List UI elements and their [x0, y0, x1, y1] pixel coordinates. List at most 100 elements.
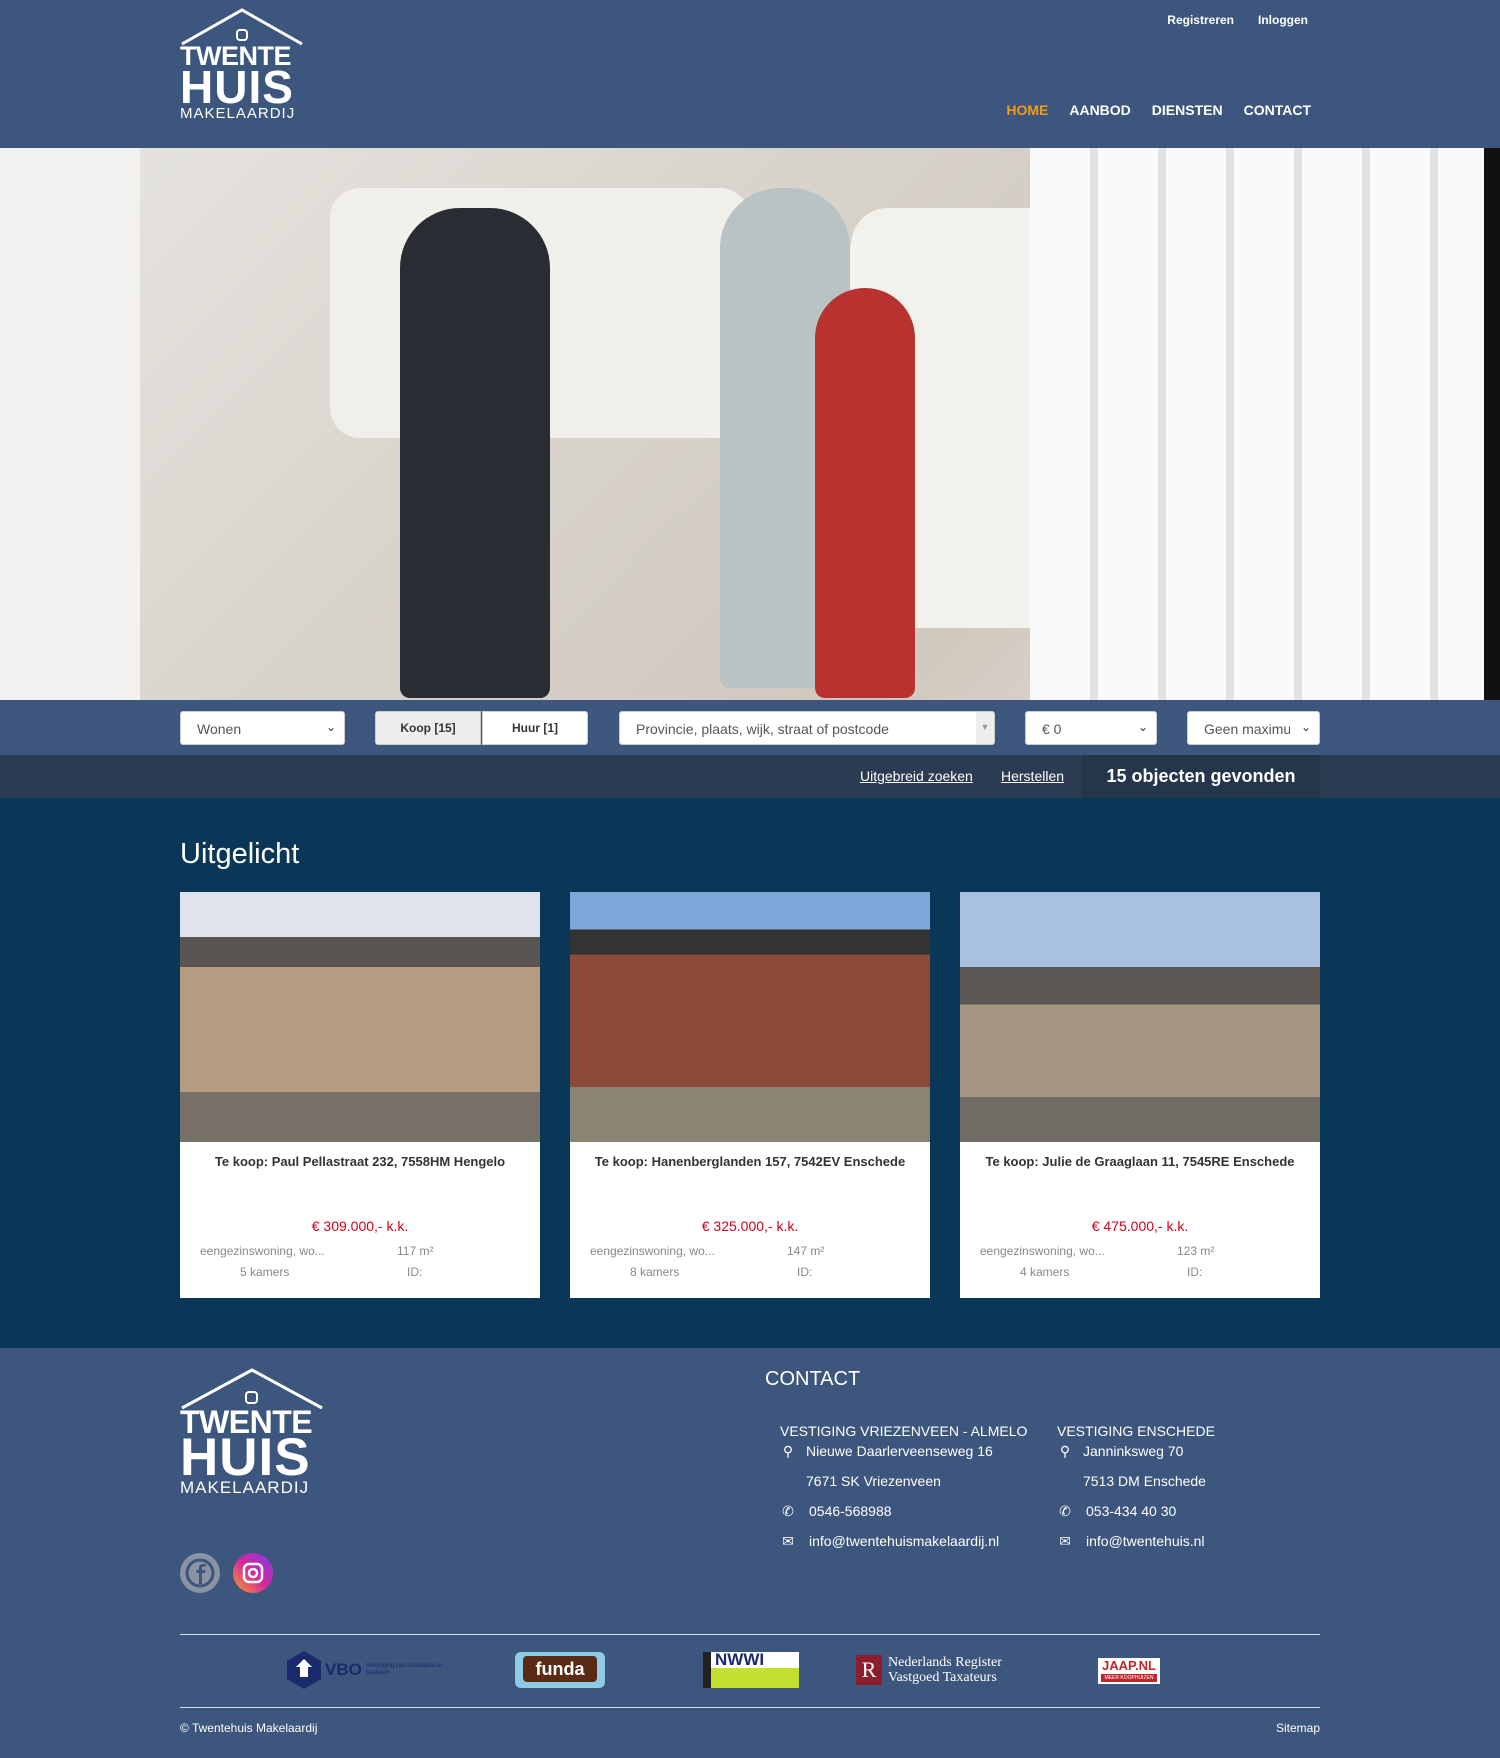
- office-phone[interactable]: 053-434 40 30: [1086, 1503, 1176, 1519]
- office-city: 7671 SK Vriezenveen: [806, 1473, 941, 1489]
- card-id: ID:: [797, 1265, 813, 1279]
- card-rooms: 5 kamers: [240, 1265, 290, 1279]
- site-header: TWENTE HUIS MAKELAARDIJ Registreren Inlo…: [0, 0, 1500, 148]
- phone-icon: ✆: [1059, 1503, 1071, 1519]
- logo[interactable]: TWENTE HUIS MAKELAARDIJ: [180, 8, 305, 122]
- envelope-icon: ✉: [782, 1533, 794, 1549]
- property-card[interactable]: Te koop: Julie de Graaglaan 11, 7545RE E…: [960, 892, 1320, 1298]
- jaap-subtext: MEER KOOPHUIZEN: [1101, 1674, 1157, 1682]
- register-link[interactable]: Registreren: [1167, 13, 1234, 27]
- min-price-value: € 0: [1042, 721, 1062, 737]
- sitemap-link[interactable]: Sitemap: [1276, 1721, 1320, 1735]
- search-bar: Wonen ⌄ Koop [15] Huur [1] Provincie, pla…: [0, 700, 1500, 755]
- hero-edge: [1484, 148, 1500, 700]
- main-nav: HOME AANBOD DIENSTEN CONTACT: [1006, 102, 1311, 118]
- card-id: ID:: [1187, 1265, 1203, 1279]
- property-card[interactable]: Te koop: Paul Pellastraat 232, 7558HM He…: [180, 892, 540, 1298]
- nrvt-line1: Nederlands Register: [888, 1655, 1002, 1670]
- logo-line2: HUIS: [180, 61, 294, 113]
- toggle-koop[interactable]: Koop [15]: [375, 711, 481, 745]
- vbo-subtext: Vereniging van makelaars en taxateurs: [365, 1663, 444, 1676]
- office-name: VESTIGING ENSCHEDE: [1057, 1423, 1215, 1439]
- property-photo: [960, 892, 1320, 1142]
- footer-logo-line3: MAKELAARDIJ: [180, 1478, 310, 1497]
- card-price: € 475.000,- k.k.: [1091, 1218, 1189, 1234]
- vbo-text: VBO: [325, 1660, 362, 1679]
- office-street: Janninksweg 70: [1083, 1443, 1184, 1459]
- jaap-text: JAAP.NL: [1102, 1658, 1156, 1673]
- results-count: 15 objecten gevonden: [1082, 755, 1320, 798]
- card-title: Te koop: Paul Pellastraat 232, 7558HM He…: [214, 1154, 506, 1169]
- nwwi-text: NWWI: [715, 1650, 765, 1669]
- card-area: 123 m²: [1177, 1244, 1215, 1258]
- footer-logo: TWENTE HUIS MAKELAARDIJ: [180, 1368, 325, 1496]
- footer-logo-line2: HUIS: [180, 1428, 311, 1487]
- funda-text: funda: [523, 1656, 597, 1682]
- location-placeholder: Provincie, plaats, wijk, straat of postc…: [636, 721, 889, 737]
- jaap-logo[interactable]: JAAP.NL MEER KOOPHUIZEN: [1098, 1658, 1160, 1684]
- toggle-huur[interactable]: Huur [1]: [482, 711, 588, 745]
- office-enschede: VESTIGING ENSCHEDE ⚲ Janninksweg 70 7513 …: [1057, 1422, 1215, 1562]
- office-almelo: VESTIGING VRIEZENVEEN - ALMELO ⚲ Nieuwe D…: [780, 1422, 1027, 1562]
- featured-section: Uitgelicht Te koop: Paul Pellastraat 232…: [0, 798, 1500, 1348]
- hero-image: [0, 148, 1484, 700]
- type-select-value: Wonen: [197, 721, 242, 737]
- nrvt-emblem: R: [856, 1655, 882, 1685]
- account-links: Registreren Inloggen: [1167, 13, 1308, 27]
- nrvt-line2: Vastgoed Taxateurs: [888, 1670, 997, 1685]
- map-pin-icon: ⚲: [782, 1443, 794, 1459]
- results-strip: Uitgebreid zoeken Herstellen 15 objecten…: [0, 755, 1500, 798]
- card-type: eengezinswoning, wo...: [200, 1244, 325, 1258]
- logo-line3: MAKELAARDIJ: [180, 105, 296, 122]
- card-type: eengezinswoning, wo...: [980, 1244, 1105, 1258]
- nav-home[interactable]: HOME: [1006, 102, 1048, 118]
- nav-aanbod[interactable]: AANBOD: [1069, 102, 1130, 118]
- divider: [180, 1634, 1320, 1635]
- card-area: 147 m²: [787, 1244, 825, 1258]
- type-select[interactable]: Wonen ⌄: [180, 711, 345, 745]
- property-photo: [180, 892, 540, 1142]
- card-type: eengezinswoning, wo...: [590, 1244, 715, 1258]
- featured-title: Uitgelicht: [180, 838, 300, 870]
- chevron-down-icon: ⌄: [1137, 720, 1148, 734]
- location-input[interactable]: Provincie, plaats, wijk, straat of postc…: [619, 711, 995, 745]
- card-price: € 325.000,- k.k.: [701, 1218, 799, 1234]
- phone-icon: ✆: [782, 1503, 794, 1519]
- office-phone[interactable]: 0546-568988: [809, 1503, 892, 1519]
- chevron-down-icon: ⌄: [1300, 720, 1311, 734]
- max-price-value: Geen maximum: [1204, 721, 1290, 737]
- funda-logo[interactable]: funda: [515, 1652, 605, 1688]
- property-card[interactable]: Te koop: Hanenberglanden 157, 7542EV Ens…: [570, 892, 930, 1298]
- facebook-icon[interactable]: [180, 1553, 220, 1593]
- nav-diensten[interactable]: DIENSTEN: [1152, 102, 1223, 118]
- office-email[interactable]: info@twentehuismakelaardij.nl: [809, 1533, 999, 1549]
- divider: [180, 1707, 1320, 1708]
- dropdown-arrow-icon: ▼: [976, 712, 994, 744]
- reset-link[interactable]: Herstellen: [1001, 768, 1064, 784]
- chevron-down-icon: ⌄: [325, 720, 336, 734]
- card-title: Te koop: Hanenberglanden 157, 7542EV Ens…: [594, 1154, 906, 1169]
- copyright: © Twentehuis Makelaardij: [180, 1721, 318, 1735]
- office-city: 7513 DM Enschede: [1083, 1473, 1206, 1489]
- max-price-select[interactable]: Geen maximum ⌄: [1187, 711, 1320, 745]
- office-email[interactable]: info@twentehuis.nl: [1086, 1533, 1205, 1549]
- instagram-icon[interactable]: [233, 1553, 273, 1593]
- card-rooms: 8 kamers: [630, 1265, 680, 1279]
- map-pin-icon: ⚲: [1059, 1443, 1071, 1459]
- vbo-emblem-icon: [287, 1651, 321, 1689]
- advanced-search-link[interactable]: Uitgebreid zoeken: [860, 768, 973, 784]
- card-title: Te koop: Julie de Graaglaan 11, 7545RE E…: [985, 1154, 1295, 1169]
- nav-contact[interactable]: CONTACT: [1244, 102, 1311, 118]
- office-name: VESTIGING VRIEZENVEEN - ALMELO: [780, 1423, 1028, 1439]
- card-area: 117 m²: [397, 1244, 434, 1258]
- login-link[interactable]: Inloggen: [1258, 13, 1308, 27]
- nrvt-logo[interactable]: R Nederlands Register Vastgoed Taxateurs: [856, 1652, 1026, 1688]
- office-street: Nieuwe Daarlerveenseweg 16: [806, 1443, 993, 1459]
- vbo-logo[interactable]: VBO Vereniging van makelaars en taxateur…: [287, 1651, 457, 1689]
- min-price-select[interactable]: € 0 ⌄: [1025, 711, 1157, 745]
- envelope-icon: ✉: [1059, 1533, 1071, 1549]
- nwwi-logo[interactable]: NWWI: [703, 1650, 799, 1688]
- contact-title: CONTACT: [765, 1368, 861, 1390]
- card-id: ID:: [407, 1265, 423, 1279]
- card-price: € 309.000,- k.k.: [311, 1218, 409, 1234]
